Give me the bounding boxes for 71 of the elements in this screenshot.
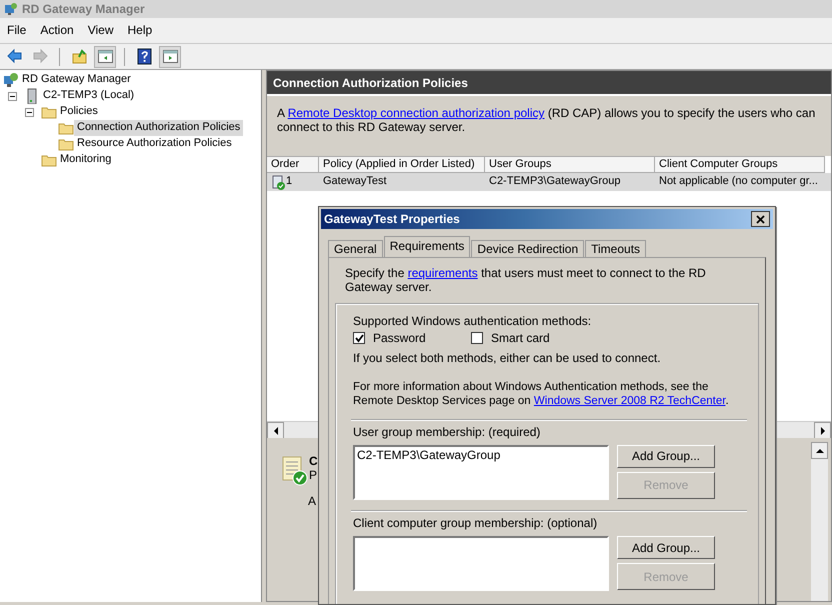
dialog-title: GatewayTest Properties: [324, 212, 460, 226]
tab[interactable]: General: [328, 240, 383, 257]
requirements-link[interactable]: requirements: [408, 266, 478, 280]
group-list[interactable]: C2-TEMP3\GatewayGroup: [353, 444, 609, 500]
table-cell: 1: [286, 175, 292, 189]
tab[interactable]: Device Redirection: [471, 240, 584, 257]
column-header[interactable]: Policy (Applied in Order Listed): [319, 156, 485, 173]
checkbox-label: Password: [373, 331, 426, 346]
folder-up-icon: [70, 48, 88, 65]
window-title: RD Gateway Manager: [22, 2, 145, 16]
add-group-button[interactable]: Add Group...: [617, 536, 715, 560]
tree-pane-button[interactable]: [94, 46, 116, 68]
list-item[interactable]: C2-TEMP3\GatewayGroup: [357, 448, 605, 462]
policy-link[interactable]: Remote Desktop connection authorization policy: [288, 106, 544, 120]
pane-icon: [162, 48, 178, 65]
vertical-scrollbar[interactable]: [811, 442, 828, 601]
note-text: If you select both methods, either can be used to connect.: [353, 350, 662, 365]
add-group-button[interactable]: Add Group...: [617, 444, 715, 468]
section-label: Supported Windows authentication methods:: [353, 314, 592, 328]
detail-title: C: [309, 454, 318, 468]
menu-item[interactable]: Action: [33, 23, 81, 38]
up-arrow-icon: [816, 448, 824, 454]
scroll-up-button[interactable]: [811, 442, 828, 459]
column-header[interactable]: User Groups: [485, 156, 655, 173]
menu-item[interactable]: File: [0, 23, 34, 38]
close-button[interactable]: [751, 211, 770, 227]
panel-header: Connection Authorization Policies: [267, 71, 831, 94]
menu-item[interactable]: View: [80, 23, 120, 38]
techcenter-link[interactable]: Windows Server 2008 R2 TechCenter: [534, 394, 726, 407]
pane-icon: [96, 48, 114, 65]
info-text: For more information about Windows Authentication methods, see the Remote Desktop Services page on Windows Server 2008 R2 TechCenter.: [353, 380, 730, 409]
group-label: User group membership: (required): [353, 424, 540, 439]
checkbox-label: Smart card: [491, 331, 550, 346]
back-icon: [6, 48, 22, 65]
scroll-right-button[interactable]: [814, 422, 831, 439]
table-cell: Not applicable (no computer gr...: [659, 175, 818, 189]
detail-subtitle: P: [309, 468, 318, 483]
tree-item[interactable]: C2-TEMP3 (Local): [40, 88, 138, 104]
tree-item[interactable]: RD Gateway Manager: [19, 72, 134, 88]
group-list[interactable]: [353, 536, 609, 592]
tree-item[interactable]: Monitoring: [57, 152, 114, 168]
table-row[interactable]: 1 GatewayTest C2-TEMP3\GatewayGroup Not applicable (no computer gr...: [267, 173, 831, 191]
collapse-toggle[interactable]: [8, 92, 17, 100]
table-cell: GatewayTest: [323, 175, 387, 189]
intro-text: Specify the requirements that users must meet to connect to the RD Gateway server.: [345, 266, 707, 295]
left-arrow-icon: [272, 426, 278, 434]
collapse-toggle[interactable]: [25, 108, 34, 116]
policy-icon: [271, 174, 286, 190]
tab[interactable]: Timeouts: [585, 240, 646, 257]
description-text: A Remote Desktop connection authorization policy (RD CAP) allows you to specify the users who can connect to this RD Gateway server.: [277, 106, 816, 135]
app-icon: [4, 2, 18, 16]
help-icon: [136, 48, 152, 65]
forward-icon: [32, 48, 48, 65]
tree-item[interactable]: Resource Authorization Policies: [74, 136, 235, 152]
check-icon: [354, 334, 364, 343]
scroll-left-button[interactable]: [267, 422, 284, 439]
checkbox[interactable]: [471, 332, 483, 344]
column-header[interactable]: Order: [267, 156, 319, 173]
menu-item[interactable]: Help: [120, 23, 160, 38]
tree-item[interactable]: Policies: [57, 104, 101, 120]
right-arrow-icon: [820, 426, 826, 434]
checkbox[interactable]: [353, 332, 365, 344]
table-cell: C2-TEMP3\GatewayGroup: [489, 175, 620, 189]
tab[interactable]: Requirements: [384, 236, 470, 257]
group-label: Client computer group membership: (optional): [353, 516, 598, 530]
close-icon: [756, 214, 765, 224]
detail-label: A: [307, 493, 318, 508]
tree-item[interactable]: Connection Authorization Policies: [74, 120, 244, 136]
action-pane-button[interactable]: [159, 46, 181, 68]
network-icon: [3, 72, 19, 88]
column-header[interactable]: Client Computer Groups: [655, 156, 825, 173]
